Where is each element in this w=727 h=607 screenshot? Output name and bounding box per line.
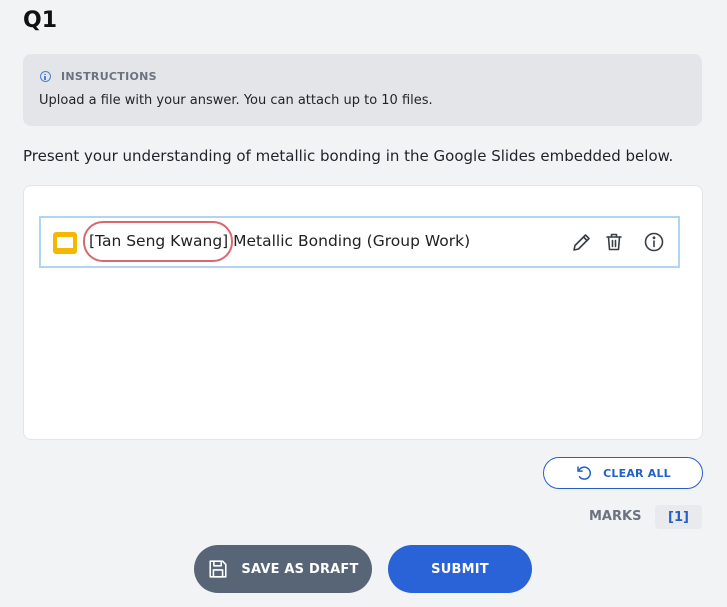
marks-label: MARKS [589, 509, 642, 524]
attachments-panel: [Tan Seng Kwang] Metallic Bonding (Group… [23, 185, 703, 440]
instructions-label: INSTRUCTIONS [61, 70, 157, 83]
save-as-draft-button[interactable]: SAVE AS DRAFT [194, 545, 372, 593]
question-number: Q1 [23, 8, 58, 33]
instructions-box: INSTRUCTIONS Upload a file with your ans… [23, 54, 702, 126]
submit-button[interactable]: SUBMIT [388, 545, 532, 593]
attachment-item[interactable]: [Tan Seng Kwang] Metallic Bonding (Group… [39, 216, 680, 268]
save-as-draft-label: SAVE AS DRAFT [241, 561, 359, 577]
info-icon[interactable] [642, 230, 666, 254]
attachment-title: Metallic Bonding (Group Work) [228, 232, 471, 250]
clear-all-button[interactable]: CLEAR ALL [543, 457, 703, 489]
save-icon [209, 560, 227, 578]
info-icon [40, 71, 51, 82]
trash-icon[interactable] [602, 230, 626, 254]
question-prompt: Present your understanding of metallic b… [23, 147, 674, 165]
edit-icon[interactable] [570, 230, 594, 254]
instructions-header: INSTRUCTIONS [40, 70, 157, 83]
marks-value: [1] [655, 505, 702, 529]
submit-label: SUBMIT [431, 561, 489, 577]
instructions-text: Upload a file with your answer. You can … [39, 93, 433, 108]
owner-highlight-circle [83, 221, 233, 262]
undo-icon [577, 466, 592, 480]
clear-all-label: CLEAR ALL [603, 466, 671, 480]
google-slides-icon [53, 232, 77, 254]
